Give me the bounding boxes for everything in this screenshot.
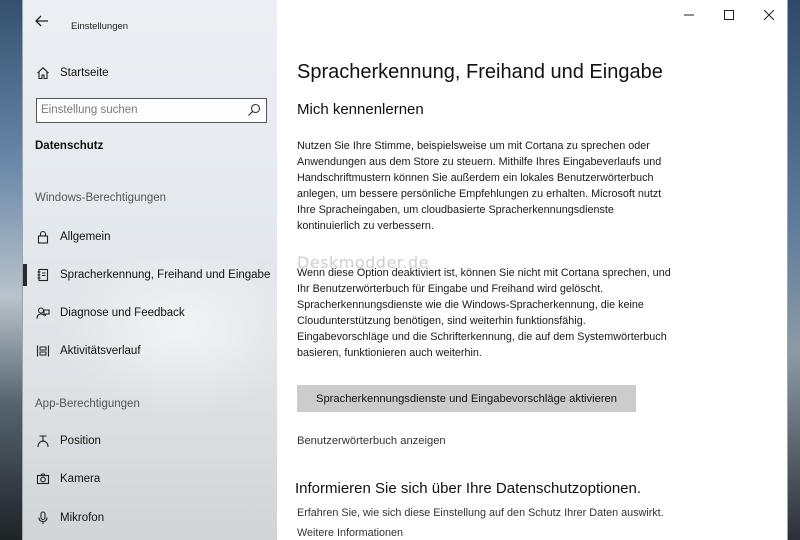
search-field[interactable] xyxy=(36,98,267,123)
sidebar-item-spracherkennung[interactable]: Spracherkennung, Freihand und Eingabe xyxy=(23,260,277,290)
sidebar-item-label: Mikrofon xyxy=(60,512,105,524)
sidebar-item-kamera[interactable]: Kamera xyxy=(23,464,277,494)
sidebar-item-label: Startseite xyxy=(60,67,109,79)
view-dictionary-link[interactable]: Benutzerwörterbuch anzeigen xyxy=(297,435,446,447)
group-header-apps: App-Berechtigungen xyxy=(35,398,140,410)
timeline-icon xyxy=(35,343,51,359)
warning-paragraph: Wenn diese Option deaktiviert ist, könne… xyxy=(297,267,671,359)
back-button[interactable] xyxy=(29,10,55,32)
sidebar-item-mikrofon[interactable]: Mikrofon xyxy=(23,503,277,533)
sidebar-item-label: Kamera xyxy=(60,473,101,485)
sidebar-item-label: Allgemein xyxy=(60,231,111,243)
microphone-icon xyxy=(35,510,51,526)
camera-icon xyxy=(35,471,51,487)
settings-window: Einstellungen Startseite Datenschutz Win… xyxy=(22,0,788,540)
sidebar-item-position[interactable]: Position xyxy=(23,426,277,456)
home-icon xyxy=(35,65,51,81)
section-subtitle: Mich kennenlernen xyxy=(297,101,424,118)
search-icon[interactable] xyxy=(247,103,261,117)
section-title: Datenschutz xyxy=(35,140,104,152)
close-icon xyxy=(764,10,774,20)
close-button[interactable] xyxy=(749,0,787,30)
search-input[interactable] xyxy=(41,101,237,119)
page-title: Spracherkennung, Freihand und Eingabe xyxy=(297,61,663,83)
sidebar-item-diagnose[interactable]: Diagnose und Feedback xyxy=(23,298,277,328)
sidebar-item-label: Position xyxy=(60,435,101,447)
maximize-icon xyxy=(724,10,734,20)
privacy-heading: Informieren Sie sich über Ihre Datenschu… xyxy=(295,480,642,497)
notebook-icon xyxy=(35,267,51,283)
sidebar-item-aktivitaetsverlauf[interactable]: Aktivitätsverlauf xyxy=(23,336,277,366)
enable-speech-services-button[interactable]: Spracherkennungsdienste und Eingabevorsc… xyxy=(297,385,636,412)
sidebar-item-label: Diagnose und Feedback xyxy=(60,307,185,319)
sidebar: Einstellungen Startseite Datenschutz Win… xyxy=(23,0,277,540)
window-controls xyxy=(669,0,787,30)
privacy-text: Erfahren Sie, wie sich diese Einstellung… xyxy=(297,507,664,519)
sidebar-item-allgemein[interactable]: Allgemein xyxy=(23,222,277,252)
minimize-icon xyxy=(684,14,694,16)
sidebar-item-label: Aktivitätsverlauf xyxy=(60,345,141,357)
desktop-background-left xyxy=(0,0,22,540)
titlebar-left: Einstellungen xyxy=(23,0,277,56)
sidebar-item-home[interactable]: Startseite xyxy=(23,58,277,88)
back-arrow-icon xyxy=(35,15,48,27)
lock-icon xyxy=(35,229,51,245)
location-icon xyxy=(35,433,51,449)
content-pane: Spracherkennung, Freihand und Eingabe Mi… xyxy=(277,0,787,540)
privacy-more-link[interactable]: Weitere Informationen xyxy=(297,527,403,539)
app-title: Einstellungen xyxy=(71,21,129,32)
feedback-icon xyxy=(35,305,51,321)
sidebar-item-label: Spracherkennung, Freihand und Eingabe xyxy=(60,269,271,281)
maximize-button[interactable] xyxy=(709,0,749,30)
group-header-windows: Windows-Berechtigungen xyxy=(35,192,167,204)
minimize-button[interactable] xyxy=(669,0,709,30)
description-paragraph: Nutzen Sie Ihre Stimme, beispielsweise u… xyxy=(297,140,662,232)
desktop-background-right xyxy=(788,0,800,540)
